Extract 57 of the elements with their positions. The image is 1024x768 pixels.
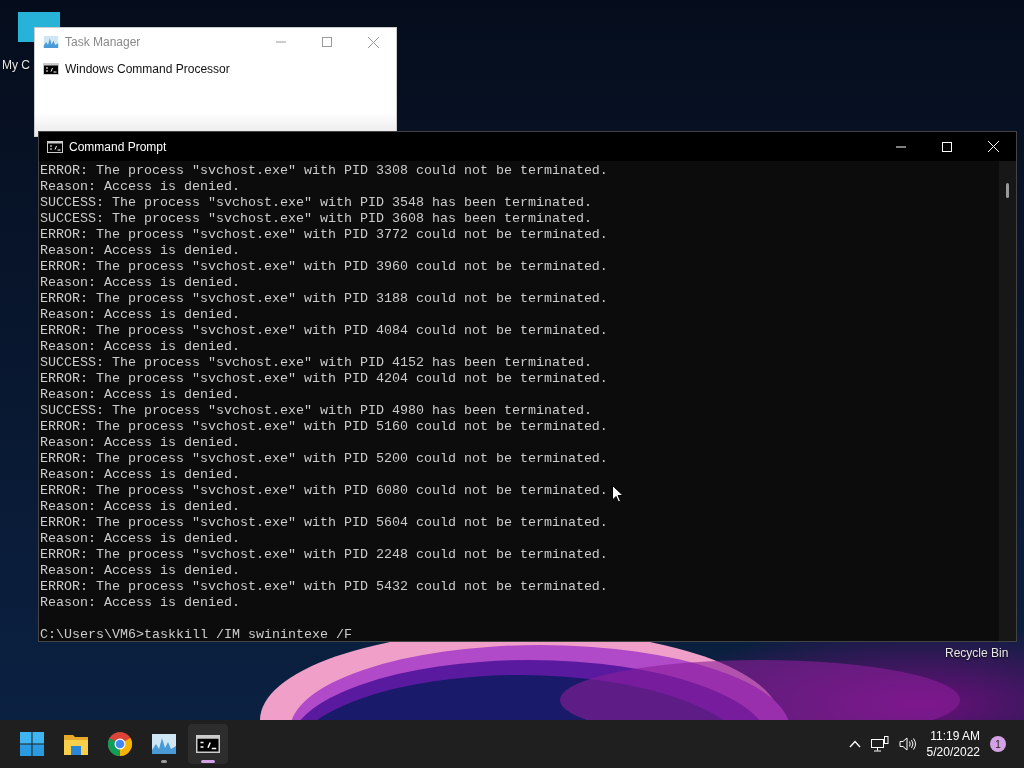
clock-date[interactable]: 5/20/2022 [926,744,980,760]
console-line: Reason: Access is denied. [40,563,240,579]
cursor-icon [612,485,624,503]
console-line: ERROR: The process "svchost.exe" with PID 5432 could not be terminated. [40,579,608,595]
desktop-icon-label[interactable]: Recycle Bin [945,646,1009,660]
console-line: Reason: Access is denied. [40,595,240,611]
console-line: Reason: Access is denied. [40,435,240,451]
close-icon [367,36,379,48]
terminal-icon [43,63,59,75]
console-line: ERROR: The process "svchost.exe" with PID 6080 could not be terminated. [40,483,608,499]
chart-icon [152,734,176,754]
console-line: ERROR: The process "svchost.exe" with PID 5200 could not be terminated. [40,451,608,467]
console-line: Reason: Access is denied. [40,307,240,323]
windows-icon [20,732,44,756]
close-icon [987,141,999,152]
console-line: SUCCESS: The process "svchost.exe" with PID 3548 has been terminated. [40,195,592,211]
terminal-icon [196,735,220,753]
console-line: Reason: Access is denied. [40,467,240,483]
console-line: Reason: Access is denied. [40,339,240,355]
folder-icon [64,733,88,755]
console-line: Reason: Access is denied. [40,387,240,403]
console-line: SUCCESS: The process "svchost.exe" with PID 4980 has been terminated. [40,403,592,419]
speaker-icon[interactable] [898,737,917,751]
chevron-up-icon[interactable] [848,740,861,748]
console-line: ERROR: The process "svchost.exe" with PID 3308 could not be terminated. [40,163,608,179]
chart-icon [43,36,59,48]
console-line: SUCCESS: The process "svchost.exe" with PID 3608 has been terminated. [40,211,592,227]
console-line: ERROR: The process "svchost.exe" with PID 4084 could not be terminated. [40,323,608,339]
taskbar-app-button[interactable] [188,724,228,764]
console-line: ERROR: The process "svchost.exe" with PID 3772 could not be terminated. [40,227,608,243]
console-line: Reason: Access is denied. [40,499,240,515]
console-line: Reason: Access is denied. [40,531,240,547]
maximize-icon [322,37,332,47]
console-line: ERROR: The process "svchost.exe" with PID 4204 could not be terminated. [40,371,608,387]
command-line[interactable]: C:\Users\VM6>taskkill /IM swinintexe /F [40,627,352,643]
notification-count[interactable]: 1 [990,736,1006,752]
console-line: ERROR: The process "svchost.exe" with PID 5160 could not be terminated. [40,419,608,435]
desktop-icon-label[interactable]: My C [2,58,30,72]
console-line: Reason: Access is denied. [40,179,240,195]
window-title: Task Manager [65,35,142,49]
console-line: ERROR: The process "svchost.exe" with PID 3960 could not be terminated. [40,259,608,275]
console-line: Reason: Access is denied. [40,275,240,291]
clock-time[interactable]: 11:19 AM [930,728,980,744]
scrollbar[interactable] [999,161,1016,641]
minimize-icon [896,145,906,148]
terminal-icon [47,140,63,153]
maximize-icon [942,141,952,152]
process-name[interactable]: Windows Command Processor [65,62,230,76]
window-title: Command Prompt [69,139,168,154]
console-line: Reason: Access is denied. [40,243,240,259]
network-icon[interactable] [870,736,889,752]
minimize-icon [276,41,286,43]
console-line: ERROR: The process "svchost.exe" with PID 3188 could not be terminated. [40,291,608,307]
console-line: ERROR: The process "svchost.exe" with PID 5604 could not be terminated. [40,515,608,531]
chrome-icon [108,732,132,756]
console-line: SUCCESS: The process "svchost.exe" with PID 4152 has been terminated. [40,355,592,371]
console-line: ERROR: The process "svchost.exe" with PID 2248 could not be terminated. [40,547,608,563]
